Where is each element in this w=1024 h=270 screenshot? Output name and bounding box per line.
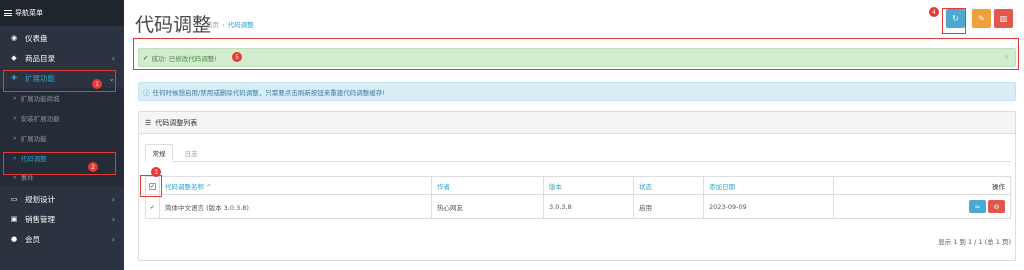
column-header-name[interactable]: 代码调整名称 ^ [159, 176, 432, 195]
column-header-date-added[interactable]: 添加日期 [703, 176, 834, 195]
sidebar-item-label: 会员 [25, 234, 40, 244]
info-alert: ⓘ 任何时候想启用/禁用或删除代码调整，只需要点击刷新按钮来重建代码调整缓存! [138, 82, 1016, 101]
breadcrumb-current[interactable]: 代码调整 [228, 21, 254, 29]
annotation-badge-3: 3 [151, 167, 161, 177]
sidebar-subitem-label: 扩展功能商城 [20, 95, 60, 103]
annotation-box-5 [133, 38, 1019, 70]
column-header-action: 操作 [833, 176, 1011, 195]
row-checkbox[interactable]: ✓ [149, 204, 156, 211]
list-icon: ☰ [145, 118, 152, 127]
cell-version: 3.0.3.8 [543, 194, 634, 219]
sidebar-item-label: 销售管理 [25, 214, 55, 224]
chevron-right-icon: › [111, 234, 115, 244]
column-header-version[interactable]: 版本 [543, 176, 634, 195]
pagination-summary: 显示 1 到 1 / 1 (总 1 页) [938, 238, 1011, 246]
sidebar-item-label: 商品目录 [25, 53, 55, 63]
cell-name: 简体中文语言 (版本 3.0.3.8) [159, 194, 432, 219]
disable-button[interactable]: ⊖ [988, 200, 1005, 213]
sidebar-subitem-installer[interactable]: » 安装扩展功能 [0, 108, 124, 128]
breadcrumb-home[interactable]: 首页 [206, 21, 219, 29]
desktop-icon: ▭ [10, 195, 18, 203]
minus-circle-icon: ⊖ [993, 202, 1000, 211]
sidebar-item-label: 仪表盘 [25, 33, 48, 43]
enable-button[interactable]: ∞ [969, 200, 986, 213]
cell-status: 启用 [633, 194, 704, 219]
tab-general[interactable]: 常规 [145, 144, 173, 162]
annotation-badge-1: 1 [92, 79, 102, 89]
panel-heading: ☰ 代码调整列表 [139, 112, 1015, 134]
sidebar-item-dashboard[interactable]: ◉ 仪表盘 [0, 28, 124, 48]
annotation-badge-4: 4 [929, 7, 939, 17]
tab-bar: 常规 日志 [145, 144, 1011, 162]
sidebar-item-customers[interactable]: ● 会员 › [0, 229, 124, 249]
double-chevron-icon: » [13, 94, 17, 102]
clear-button[interactable]: ✎ [972, 9, 991, 28]
column-header-status[interactable]: 状态 [633, 176, 704, 195]
cart-icon: ▣ [10, 215, 18, 223]
delete-button[interactable]: ▥ [994, 9, 1013, 28]
menu-icon [4, 9, 12, 18]
page-title: 代码调整 [135, 14, 212, 36]
breadcrumb-separator: › [222, 21, 225, 29]
chevron-right-icon: › [111, 194, 115, 204]
sidebar-item-label: 规划设计 [25, 194, 55, 204]
tag-icon: ◆ [11, 54, 17, 62]
sidebar-subitem-label: 安装扩展功能 [20, 115, 60, 123]
annotation-box-4 [942, 8, 966, 34]
annotation-box-3 [140, 175, 162, 197]
modification-table: ✓ 代码调整名称 ^ 作者 版本 状态 添加日期 操作 ✓ 简体中文语言 (版本… [145, 176, 1011, 219]
cell-date: 2023-09-09 [703, 194, 834, 219]
dashboard-icon: ◉ [10, 34, 18, 42]
sidebar-subitem-extensions[interactable]: » 扩展功能 [0, 128, 124, 148]
sidebar-header: 导航菜单 [0, 0, 124, 26]
table-header-row: ✓ 代码调整名称 ^ 作者 版本 状态 添加日期 操作 [145, 176, 1011, 195]
tab-log[interactable]: 日志 [179, 144, 203, 162]
table-row: ✓ 简体中文语言 (版本 3.0.3.8) 热心网友 3.0.3.8 启用 20… [145, 194, 1011, 219]
modification-list-panel: ☰ 代码调整列表 常规 日志 ✓ 代码调整名称 ^ 作者 版本 状态 添加日期 … [138, 111, 1016, 261]
sidebar: 导航菜单 ◉ 仪表盘 ◆ 商品目录 › ✚ 扩展功能 ⌄ » 扩展功能商城 » … [0, 0, 124, 270]
annotation-badge-2: 2 [88, 162, 98, 172]
annotation-badge-5: 5 [232, 52, 242, 62]
trash-icon: ▥ [999, 14, 1008, 23]
sidebar-item-catalog[interactable]: ◆ 商品目录 › [0, 48, 124, 68]
link-icon: ∞ [974, 202, 981, 211]
panel-title: 代码调整列表 [155, 118, 198, 127]
cell-author: 热心网友 [431, 194, 544, 219]
user-icon: ● [10, 235, 18, 243]
info-alert-text: 任何时候想启用/禁用或删除代码调整，只需要点击刷新按钮来重建代码调整缓存! [152, 88, 385, 97]
chevron-right-icon: › [111, 53, 115, 63]
double-chevron-icon: » [13, 114, 17, 122]
column-header-author[interactable]: 作者 [431, 176, 544, 195]
sidebar-item-sales[interactable]: ▣ 销售管理 › [0, 209, 124, 229]
breadcrumb: 首页 › 代码调整 [206, 19, 254, 29]
sidebar-header-label: 导航菜单 [15, 9, 43, 17]
cell-actions: ∞ ⊖ [833, 194, 1011, 219]
annotation-box-2 [3, 152, 116, 175]
eraser-icon: ✎ [978, 14, 985, 23]
info-circle-icon: ⓘ [143, 88, 150, 97]
row-select-cell: ✓ [145, 194, 160, 219]
double-chevron-icon: » [13, 134, 17, 142]
sidebar-item-design[interactable]: ▭ 规划设计 › [0, 189, 124, 209]
chevron-right-icon: › [111, 214, 115, 224]
sidebar-subitem-label: 扩展功能 [20, 135, 47, 143]
